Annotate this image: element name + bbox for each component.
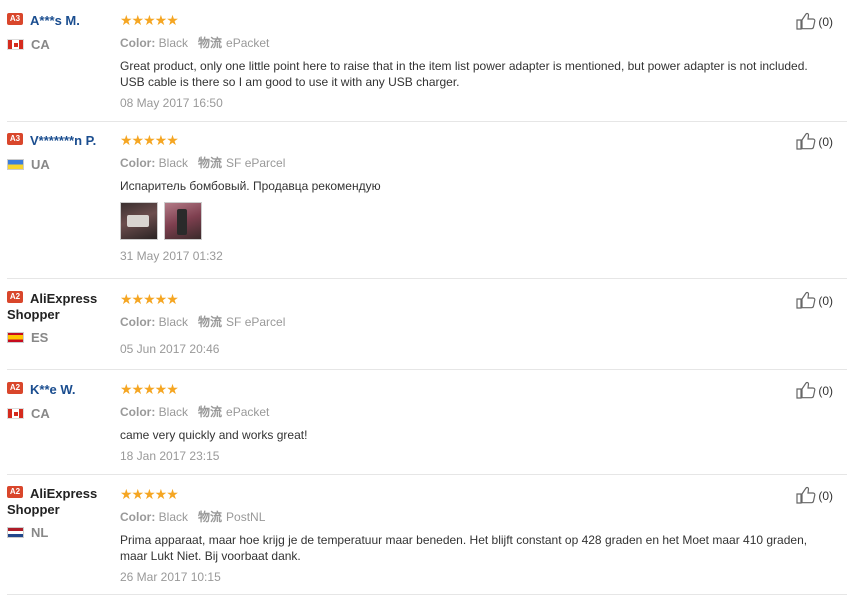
shipping-value: PostNL: [226, 510, 266, 524]
review-meta: Color: Black 物流 SF eParcel: [120, 154, 810, 171]
like-count: (0): [818, 15, 833, 29]
like-count: (0): [818, 489, 833, 503]
star-rating: ★★★★★: [120, 132, 179, 148]
helpful-button[interactable]: (0): [796, 12, 833, 32]
review-photo-thumbnail[interactable]: [120, 202, 158, 240]
reviewer-country: NL: [7, 525, 115, 540]
reviewer-info: A3 V*******n P. UA: [7, 132, 115, 172]
thumbs-up-icon: [796, 291, 816, 309]
shipping-label: 物流: [198, 156, 223, 170]
helpful-button[interactable]: (0): [796, 381, 833, 401]
thumbs-up-icon: [796, 132, 816, 150]
color-label: Color:: [120, 510, 156, 524]
reviewer-country: UA: [7, 157, 115, 172]
shipping-value: ePacket: [226, 36, 270, 50]
level-badge: A2: [7, 381, 23, 394]
star-rating: ★★★★★: [120, 381, 179, 397]
helpful-button[interactable]: (0): [796, 132, 833, 152]
review-photo-thumbnail[interactable]: [164, 202, 202, 240]
reviewer-info: A2 AliExpress Shopper NL: [7, 485, 115, 540]
color-value: Black: [158, 315, 189, 329]
reviewer-info: A3 A***s M. CA: [7, 12, 115, 52]
color-value: Black: [158, 156, 189, 170]
shipping-value: SF eParcel: [226, 315, 286, 329]
thumbs-up-icon: [796, 12, 816, 30]
reviewer-name[interactable]: K**e W.: [30, 382, 76, 397]
netherlands-flag-icon: [7, 527, 24, 539]
review-content: ★★★★★ Color: Black 物流 ePacket came very qu…: [120, 381, 810, 463]
reviewer-country: ES: [7, 330, 115, 345]
review-item: A2 K**e W. CA ★★★★★ Color: Black 物流 ePacket…: [7, 381, 847, 475]
star-rating: ★★★★★: [120, 291, 179, 307]
ukraine-flag-icon: [7, 159, 24, 171]
color-label: Color:: [120, 405, 156, 419]
review-item: A2 AliExpress Shopper ES ★★★★★ Color: Bla…: [7, 290, 847, 370]
reviewer-country: CA: [7, 37, 115, 52]
like-count: (0): [818, 294, 833, 308]
review-item: A3 V*******n P. UA ★★★★★ Color: Black 物流 SF…: [7, 132, 847, 279]
helpful-button[interactable]: (0): [796, 486, 833, 506]
review-content: ★★★★★ Color: Black 物流 SF eParcel Испарител…: [120, 132, 810, 263]
shipping-value: ePacket: [226, 405, 270, 419]
shipping-label: 物流: [198, 510, 223, 524]
level-badge: A3: [7, 12, 23, 25]
thumbs-up-icon: [796, 486, 816, 504]
color-value: Black: [158, 36, 189, 50]
shipping-label: 物流: [198, 36, 223, 50]
canada-flag-icon: [7, 408, 24, 420]
reviewer-info: A2 AliExpress Shopper ES: [7, 290, 115, 345]
reviewer-name[interactable]: V*******n P.: [30, 133, 96, 148]
color-label: Color:: [120, 156, 156, 170]
review-date: 31 May 2017 01:32: [120, 249, 223, 263]
review-text: Prima apparaat, maar hoe krijg je de tem…: [120, 533, 808, 563]
color-value: Black: [158, 405, 189, 419]
country-code: CA: [31, 37, 50, 52]
review-date: 05 Jun 2017 20:46: [120, 342, 220, 356]
shipping-label: 物流: [198, 405, 223, 419]
review-meta: Color: Black 物流 ePacket: [120, 34, 810, 51]
review-text: came very quickly and works great!: [120, 428, 308, 442]
canada-flag-icon: [7, 39, 24, 51]
review-content: ★★★★★ Color: Black 物流 PostNL Prima apparaa…: [120, 486, 810, 584]
reviewer-country: CA: [7, 406, 115, 421]
star-rating: ★★★★★: [120, 12, 179, 28]
helpful-button[interactable]: (0): [796, 291, 833, 311]
review-meta: Color: Black 物流 SF eParcel: [120, 313, 810, 330]
country-code: ES: [31, 330, 49, 345]
review-meta: Color: Black 物流 ePacket: [120, 403, 810, 420]
star-rating: ★★★★★: [120, 486, 179, 502]
level-badge: A3: [7, 132, 23, 145]
color-value: Black: [158, 510, 189, 524]
country-code: NL: [31, 525, 49, 540]
review-item: A3 A***s M. CA ★★★★★ Color: Black 物流 ePacke…: [7, 12, 847, 122]
reviewer-name[interactable]: A***s M.: [30, 13, 80, 28]
shipping-label: 物流: [198, 315, 223, 329]
review-content: ★★★★★ Color: Black 物流 ePacket Great produc…: [120, 12, 810, 110]
like-count: (0): [818, 135, 833, 149]
color-label: Color:: [120, 36, 156, 50]
color-label: Color:: [120, 315, 156, 329]
level-badge: A2: [7, 485, 23, 498]
review-date: 08 May 2017 16:50: [120, 96, 223, 110]
review-text: Great product, only one little point her…: [120, 59, 808, 89]
like-count: (0): [818, 384, 833, 398]
level-badge: A2: [7, 290, 23, 303]
spain-flag-icon: [7, 332, 24, 344]
review-date: 18 Jan 2017 23:15: [120, 449, 220, 463]
review-text: Испаритель бомбовый. Продавца рекомендую: [120, 179, 381, 193]
shipping-value: SF eParcel: [226, 156, 286, 170]
review-meta: Color: Black 物流 PostNL: [120, 508, 810, 525]
review-item: A2 AliExpress Shopper NL ★★★★★ Color: Bla…: [7, 485, 847, 595]
country-code: UA: [31, 157, 50, 172]
thumbs-up-icon: [796, 381, 816, 399]
reviewer-info: A2 K**e W. CA: [7, 381, 115, 421]
review-date: 26 Mar 2017 10:15: [120, 570, 221, 584]
review-photos: [120, 202, 810, 240]
country-code: CA: [31, 406, 50, 421]
review-content: ★★★★★ Color: Black 物流 SF eParcel 05 Jun 20…: [120, 291, 810, 356]
